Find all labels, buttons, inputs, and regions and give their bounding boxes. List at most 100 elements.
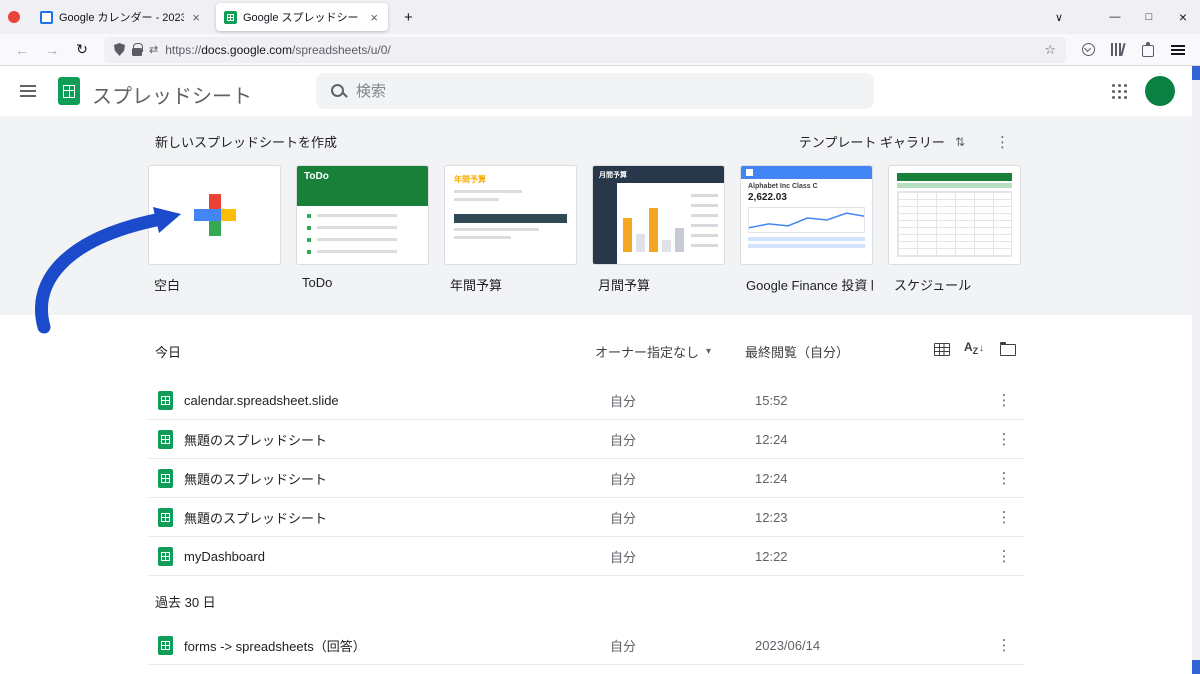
template-card-blank[interactable]: 空白 [148, 165, 281, 294]
file-name: 無題のスプレッドシート [184, 471, 328, 487]
template-section: 新しいスプレッドシートを作成 テンプレート ギャラリー ⇅ ⋮ 空白 ToDo [0, 116, 1200, 315]
template-card-schedule[interactable]: スケジュール [888, 165, 1021, 294]
lock-icon[interactable] [132, 42, 143, 56]
extensions-icon [1142, 42, 1154, 57]
sheets-app-header: スプレッドシート [0, 66, 1200, 116]
extensions-button[interactable] [1134, 42, 1162, 57]
pocket-button[interactable] [1074, 43, 1102, 56]
sheets-file-icon [158, 507, 173, 527]
template-card-google-finance[interactable]: Alphabet Inc Class C 2,622.03 Google Fin… [740, 165, 873, 294]
sheets-file-icon [158, 390, 173, 410]
browser-tabbar: Google カレンダー - 2023年 6月 2 × Google スプレッド… [0, 0, 1200, 34]
tab-close-icon[interactable]: × [368, 10, 380, 25]
folder-picker-icon[interactable] [999, 341, 1016, 356]
reload-button[interactable]: ↻ [68, 41, 96, 58]
mini-line-chart-svg [749, 212, 864, 229]
blank-template-thumbnail[interactable] [148, 165, 281, 265]
decor-band [897, 173, 1012, 181]
url-domain: docs.google.com [201, 42, 292, 57]
back-button[interactable]: ← [8, 42, 36, 58]
new-tab-button[interactable]: + [398, 9, 419, 26]
tab-google-sheets[interactable]: Google スプレッドシート × [216, 3, 388, 31]
url-bar[interactable]: ⇄ https://docs.google.com/spreadsheets/u… [104, 36, 1066, 63]
file-row[interactable]: 無題のスプレッドシート 自分 12:24 ⋮ [148, 420, 1024, 459]
window-close-button[interactable]: × [1166, 9, 1200, 25]
scrollbar-down-button[interactable] [1192, 660, 1200, 674]
file-row[interactable]: calendar.spreadsheet.slide 自分 15:52 ⋮ [148, 381, 1024, 420]
page-scrollbar[interactable] [1192, 66, 1200, 674]
bookmark-star-icon[interactable]: ☆ [1044, 42, 1056, 58]
google-calendar-favicon [40, 10, 53, 24]
schedule-thumbnail[interactable] [888, 165, 1021, 265]
library-icon [1111, 43, 1113, 56]
file-row[interactable]: myDashboard 自分 12:22 ⋮ [148, 537, 1024, 576]
grid-view-icon[interactable] [934, 343, 950, 356]
file-row[interactable]: forms -> spreadsheets（回答） 自分 2023/06/14 … [148, 626, 1024, 665]
todo-template-thumbnail[interactable]: ToDo [296, 165, 429, 265]
finance-thumbnail[interactable]: Alphabet Inc Class C 2,622.03 [740, 165, 873, 265]
monthly-budget-thumbnail[interactable]: 月間予算 [592, 165, 725, 265]
file-menu-icon[interactable]: ⋮ [984, 636, 1024, 654]
expand-updown-icon: ⇅ [954, 134, 965, 149]
annual-budget-thumbnail[interactable]: 年間予算 [444, 165, 577, 265]
bar [623, 218, 632, 252]
google-sheets-favicon [224, 10, 237, 24]
dropdown-arrow-icon: ▾ [706, 346, 712, 357]
section-title-past-30-days: 過去 30 日 [155, 595, 216, 610]
account-avatar[interactable] [1145, 76, 1175, 106]
tab-close-icon[interactable]: × [190, 10, 202, 25]
decor-line [454, 198, 500, 201]
file-row[interactable]: 無題のスプレッドシート 自分 12:24 ⋮ [148, 459, 1024, 498]
file-owner: 自分 [610, 549, 637, 565]
template-card-annual-budget[interactable]: 年間予算 年間予算 [444, 165, 577, 294]
decor-band [741, 166, 872, 179]
finance-company: Alphabet Inc Class C [748, 183, 818, 190]
url-path: /spreadsheets/u/0/ [291, 42, 391, 57]
forward-button[interactable]: → [38, 42, 66, 58]
file-viewed: 12:23 [755, 509, 788, 525]
sheets-file-icon [158, 635, 173, 655]
decor-line [454, 228, 539, 231]
bar [675, 228, 684, 252]
file-menu-icon[interactable]: ⋮ [984, 547, 1024, 565]
sheets-file-icon [158, 546, 173, 566]
window-minimize-button[interactable]: — [1098, 11, 1132, 23]
template-label: 年間予算 [450, 278, 503, 293]
file-name: 無題のスプレッドシート [184, 432, 328, 448]
mini-bar-chart [623, 194, 685, 252]
sheets-grid-glyph [161, 551, 170, 561]
last-viewed-column-header[interactable]: 最終閲覧（自分） [745, 342, 849, 361]
todo-thumb-list [297, 206, 428, 264]
file-menu-icon[interactable]: ⋮ [984, 430, 1024, 448]
tab-google-calendar[interactable]: Google カレンダー - 2023年 6月 2 × [32, 3, 210, 31]
tracking-protection-shield-icon[interactable] [114, 43, 125, 56]
file-name: 無題のスプレッドシート [184, 510, 328, 526]
annual-thumb-title: 年間予算 [454, 175, 486, 184]
file-menu-icon[interactable]: ⋮ [984, 469, 1024, 487]
template-section-menu-icon[interactable]: ⋮ [995, 133, 1010, 151]
sort-az-icon[interactable]: A Z ↓ [964, 341, 984, 356]
search-bar[interactable] [316, 73, 874, 109]
library-button[interactable] [1104, 43, 1132, 56]
sheets-file-icon [158, 429, 173, 449]
template-card-monthly-budget[interactable]: 月間予算 月間予算 [592, 165, 725, 294]
sheets-logo[interactable] [58, 77, 80, 105]
template-gallery-button[interactable]: テンプレート ギャラリー ⇅ [799, 132, 965, 151]
file-row-partial[interactable]: ⋮ [148, 665, 1024, 674]
decor-grid [897, 191, 1012, 257]
file-menu-icon[interactable]: ⋮ [984, 508, 1024, 526]
browser-menu-button[interactable] [1164, 44, 1192, 55]
file-row[interactable]: 無題のスプレッドシート 自分 12:23 ⋮ [148, 498, 1024, 537]
window-maximize-button[interactable]: □ [1132, 11, 1166, 23]
scrollbar-up-button[interactable] [1192, 66, 1200, 80]
permissions-icon[interactable]: ⇄ [149, 43, 158, 56]
tab-list-chevron-icon[interactable]: ∨ [1044, 11, 1074, 24]
file-menu-icon[interactable]: ⋮ [984, 391, 1024, 409]
url-text[interactable]: https://docs.google.com/spreadsheets/u/0… [165, 43, 1037, 57]
file-name: forms -> spreadsheets（回答） [184, 638, 366, 654]
main-menu-icon[interactable] [20, 85, 36, 87]
template-card-todo[interactable]: ToDo ToDo [296, 165, 429, 294]
google-apps-grid-icon[interactable] [1112, 84, 1115, 87]
owner-filter-dropdown[interactable]: オーナー指定なし ▾ [595, 342, 711, 361]
search-input[interactable] [356, 82, 860, 100]
